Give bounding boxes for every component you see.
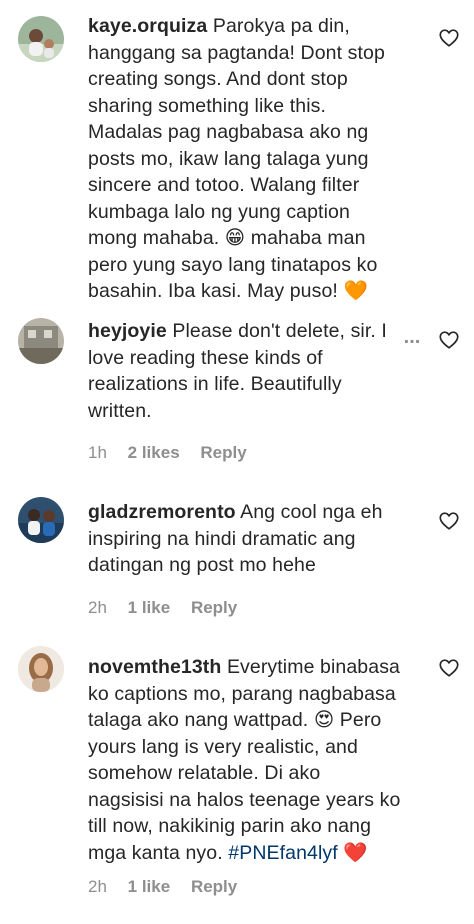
- comment-text-line: realizations in life. Beautifully: [88, 373, 342, 395]
- likes-count[interactable]: 1 like: [128, 598, 171, 617]
- comment-text-line: mong mahaba. 😁 mahaba man: [88, 227, 366, 249]
- comment-body: gladzremorento Ang cool nga eh inspiring…: [88, 499, 423, 579]
- comment-text-line: mga kanta nyo.: [88, 841, 223, 864]
- comment-text-line: yours lang is very realistic, and: [88, 735, 358, 758]
- comment-meta: 1h 2 likes Reply: [88, 443, 263, 463]
- comment-first-line: kaye.orquiza Parokya pa din,: [88, 13, 423, 40]
- heart-emoji: ❤️: [343, 841, 368, 864]
- reply-button[interactable]: Reply: [191, 598, 237, 617]
- comment-meta: 2h 1 like Reply: [88, 877, 253, 897]
- comment-text-line: datingan ng post mo hehe: [88, 554, 316, 576]
- comment-text-line: inspiring na hindi dramatic ang: [88, 527, 356, 550]
- avatar[interactable]: [18, 16, 64, 62]
- avatar[interactable]: [18, 318, 64, 364]
- comment-text-line: love reading these kinds of: [88, 346, 323, 369]
- heart-outline-icon[interactable]: [438, 510, 460, 532]
- comment-text-line: kumbaga lalo ng yung caption: [88, 200, 350, 223]
- comment-text-line: basahin. Iba kasi. May puso! 🧡: [88, 280, 368, 302]
- timestamp[interactable]: 1h: [88, 443, 107, 462]
- comment-text-line: Please don't delete, sir. I: [172, 320, 387, 342]
- comment-text-line: creating songs. And dont stop: [88, 68, 348, 90]
- comment-body: novemthe13th Everytime binabasa ko capti…: [88, 654, 423, 866]
- more-label: ...: [403, 326, 421, 348]
- username[interactable]: kaye.orquiza: [88, 15, 207, 37]
- likes-count[interactable]: 1 like: [128, 877, 171, 896]
- comment-text-line: Everytime binabasa: [226, 656, 400, 678]
- heart-outline-icon[interactable]: [438, 329, 460, 351]
- avatar[interactable]: [18, 497, 64, 543]
- comment-text-line: Madalas pag nagbabasa ako ng: [88, 121, 369, 143]
- comment-text-line: till now, nakikinig parin ako nang: [88, 815, 372, 837]
- heart-outline-icon[interactable]: [438, 27, 460, 49]
- hashtag-link[interactable]: #PNEfan4lyf: [228, 842, 338, 864]
- comment-text-line: hanggang sa pagtanda! Dont stop: [88, 41, 385, 64]
- username[interactable]: novemthe13th: [88, 656, 221, 678]
- comment-first-line: heyjoyie Please don't delete, sir. I: [88, 318, 423, 345]
- comment-text-line: posts mo, ikaw lang talaga yung: [88, 147, 369, 170]
- comment-text-line: written.: [88, 399, 152, 422]
- comment-text-line: Parokya pa din,: [212, 15, 350, 37]
- comment-first-line: novemthe13th Everytime binabasa: [88, 654, 423, 681]
- comment-meta: 2h 1 like Reply: [88, 598, 253, 618]
- reply-button[interactable]: Reply: [200, 443, 246, 462]
- comment-text-line: sincere and totoo. Walang filter: [88, 174, 360, 196]
- username[interactable]: heyjoyie: [88, 320, 167, 342]
- timestamp[interactable]: 2h: [88, 877, 107, 896]
- username[interactable]: gladzremorento: [88, 501, 236, 523]
- comment-body: heyjoyie Please don't delete, sir. I lov…: [88, 318, 423, 424]
- comment-text-line: nagsisisi na halos teenage years ko: [88, 788, 401, 811]
- likes-count[interactable]: 2 likes: [128, 443, 180, 462]
- more-dots-icon[interactable]: ...: [398, 327, 426, 350]
- comment-text-line: pero yung sayo lang tinatapos ko: [88, 253, 378, 276]
- reply-button[interactable]: Reply: [191, 877, 237, 896]
- timestamp[interactable]: 2h: [88, 598, 107, 617]
- heart-outline-icon[interactable]: [438, 657, 460, 679]
- comment-text-line: ko captions mo, parang nagbabasa: [88, 682, 396, 705]
- comment-first-line: gladzremorento Ang cool nga eh: [88, 499, 423, 526]
- comment-last-line: mga kanta nyo. #PNEfan4lyf ❤️: [88, 840, 423, 867]
- comment-text-line: somehow relatable. Di ako: [88, 762, 321, 784]
- comment-text-line: talaga ako nang wattpad. 😍 Pero: [88, 709, 382, 731]
- comment-body: kaye.orquiza Parokya pa din, hanggang sa…: [88, 13, 423, 305]
- comment-text-line: Ang cool nga eh: [240, 501, 383, 523]
- avatar[interactable]: [18, 646, 64, 692]
- comment-text-line: sharing something like this.: [88, 94, 326, 117]
